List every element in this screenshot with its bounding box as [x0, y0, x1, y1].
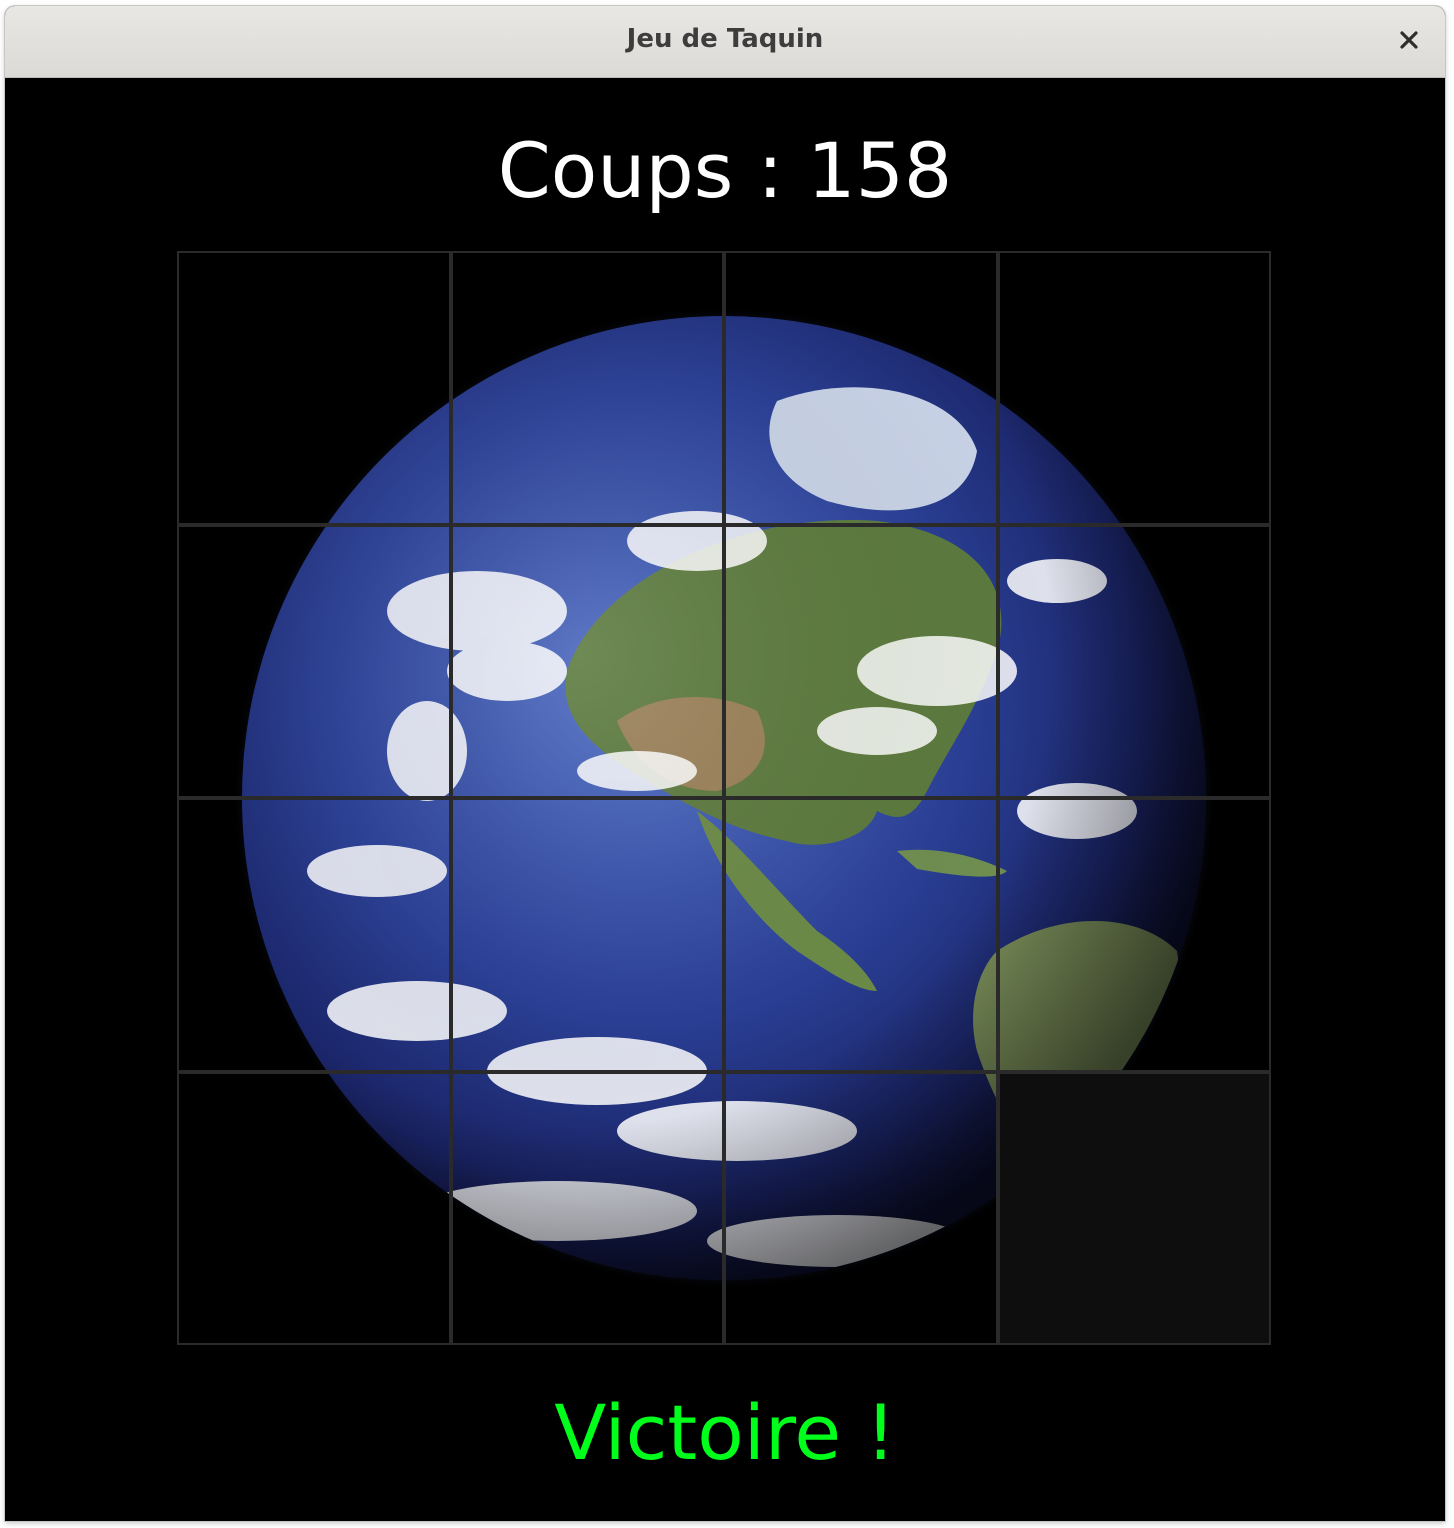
puzzle-tile[interactable] [177, 1071, 451, 1345]
puzzle-tile[interactable] [724, 1071, 998, 1345]
game-canvas: Coups : 158 Victoire ! [5, 78, 1445, 1521]
empty-tile [997, 1071, 1271, 1345]
puzzle-tile[interactable] [450, 798, 724, 1072]
close-button[interactable] [1389, 20, 1429, 60]
puzzle-tile[interactable] [997, 798, 1271, 1072]
title-bar[interactable]: Jeu de Taquin [5, 6, 1445, 78]
victory-message: Victoire ! [554, 1388, 896, 1477]
puzzle-tile[interactable] [724, 251, 998, 525]
puzzle-tile[interactable] [177, 798, 451, 1072]
puzzle-tile[interactable] [997, 524, 1271, 798]
puzzle-tile[interactable] [724, 798, 998, 1072]
move-counter: Coups : 158 [497, 126, 953, 215]
puzzle-tile[interactable] [450, 1071, 724, 1345]
puzzle-tile[interactable] [177, 251, 451, 525]
puzzle-tile[interactable] [997, 251, 1271, 525]
puzzle-tile[interactable] [724, 524, 998, 798]
puzzle-tile[interactable] [177, 524, 451, 798]
puzzle-board [177, 251, 1271, 1345]
puzzle-tile[interactable] [450, 251, 724, 525]
close-icon [1400, 31, 1418, 49]
game-window: Jeu de Taquin Coups : 158 Victoire ! [5, 6, 1445, 1521]
puzzle-tile[interactable] [450, 524, 724, 798]
window-title: Jeu de Taquin [626, 24, 824, 54]
